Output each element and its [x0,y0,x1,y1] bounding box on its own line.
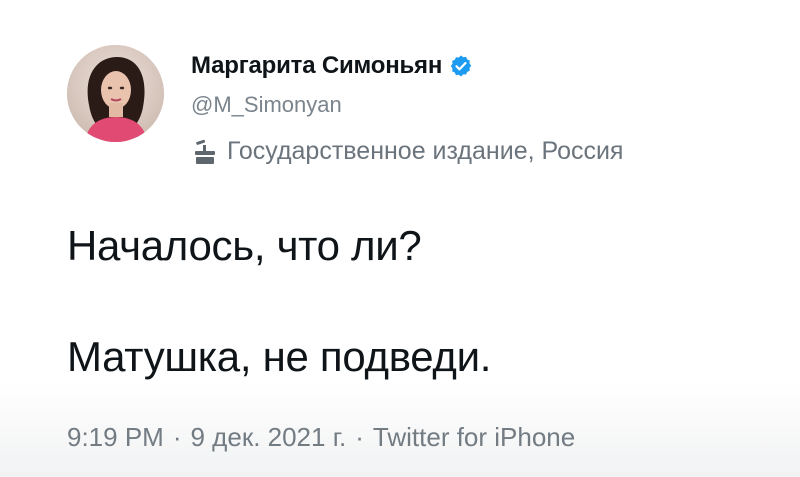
tweet-card: Маргарита Симоньян @M_Simonyan Государст… [0,0,800,477]
verified-badge-icon [449,54,473,78]
state-media-label-text: Государственное издание, Россия [227,137,624,165]
tweet-text-line-2: Матушка, не подведи. [67,333,492,380]
government-podium-icon [193,139,217,165]
author-handle[interactable]: @M_Simonyan [191,92,342,118]
tweet-date[interactable]: 9 дек. 2021 г. [191,422,347,453]
meta-separator: · [355,422,364,452]
author-display-name[interactable]: Маргарита Симоньян [191,52,442,80]
tweet-text-line-1: Началось, что ли? [67,222,422,269]
tweet-source[interactable]: Twitter for iPhone [373,422,575,453]
meta-separator: · [172,422,182,452]
avatar[interactable] [67,45,164,142]
tweet-metadata: 9:19 PM · 9 дек. 2021 г. · Twitter for i… [67,422,575,453]
tweet-time[interactable]: 9:19 PM [67,422,164,453]
state-media-label[interactable]: Государственное издание, Россия [193,137,623,166]
avatar-photo-icon [67,45,164,142]
author-row[interactable]: Маргарита Симоньян [191,50,473,82]
